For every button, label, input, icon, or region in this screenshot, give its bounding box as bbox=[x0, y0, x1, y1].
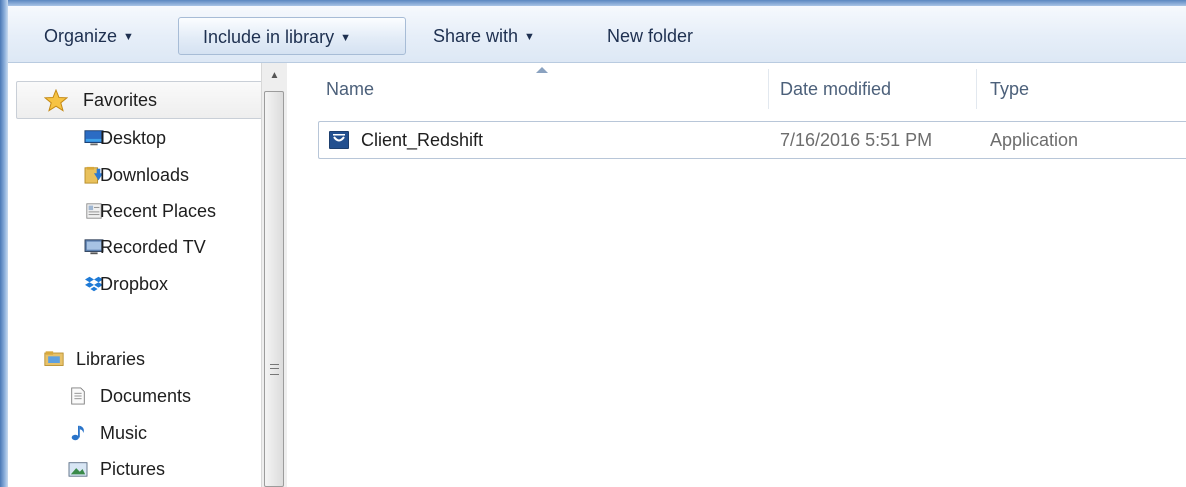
music-icon bbox=[71, 425, 84, 441]
chevron-down-icon: ▼ bbox=[524, 31, 535, 43]
pictures-icon bbox=[68, 462, 88, 477]
sidebar-item-dropbox[interactable]: Dropbox bbox=[8, 267, 258, 301]
column-divider bbox=[768, 69, 769, 109]
include-in-library-label: Include in library bbox=[203, 27, 335, 47]
sidebar-item-recent-places[interactable]: Recent Places bbox=[8, 194, 258, 228]
file-type: Application bbox=[990, 130, 1079, 150]
table-row[interactable]: Client_Redshift 7/16/2016 5:51 PM Applic… bbox=[318, 121, 1186, 159]
file-date-modified: 7/16/2016 5:51 PM bbox=[780, 130, 933, 150]
sidebar-item-desktop[interactable]: Desktop bbox=[8, 121, 258, 155]
column-header-name[interactable]: Name bbox=[326, 63, 374, 113]
nav-scrollbar[interactable]: ▲ bbox=[261, 63, 287, 487]
scroll-up-arrow-icon[interactable]: ▲ bbox=[262, 63, 287, 89]
organize-label: Organize bbox=[44, 26, 118, 46]
chevron-down-icon: ▼ bbox=[123, 31, 134, 43]
column-header-date-modified[interactable]: Date modified bbox=[780, 63, 891, 113]
window-frame-left bbox=[0, 0, 8, 487]
share-with-button[interactable]: Share with ▼ bbox=[433, 17, 535, 55]
sidebar-item-label: Pictures bbox=[100, 459, 166, 479]
nav-libraries[interactable]: Libraries bbox=[8, 342, 258, 376]
sidebar-item-label: Downloads bbox=[100, 165, 190, 185]
application-icon bbox=[329, 131, 349, 149]
new-folder-label: New folder bbox=[607, 26, 694, 46]
organize-button[interactable]: Organize ▼ bbox=[44, 17, 134, 55]
sidebar-item-pictures[interactable]: Pictures bbox=[8, 452, 258, 486]
new-folder-button[interactable]: New folder bbox=[607, 17, 693, 55]
star-icon bbox=[44, 89, 68, 112]
sidebar-item-label: Recorded TV bbox=[100, 237, 206, 257]
libraries-icon bbox=[44, 351, 64, 366]
sidebar-item-recorded-tv[interactable]: Recorded TV bbox=[8, 230, 258, 264]
sort-ascending-icon bbox=[536, 67, 548, 73]
share-with-label: Share with bbox=[433, 26, 519, 46]
navigation-pane: Favorites Desktop Downloads Recent Place… bbox=[8, 63, 264, 487]
sidebar-item-label: Recent Places bbox=[100, 201, 217, 221]
sidebar-item-label: Music bbox=[100, 423, 148, 443]
column-header-type[interactable]: Type bbox=[990, 63, 1029, 113]
include-in-library-button[interactable]: Include in library ▼ bbox=[178, 17, 406, 55]
sidebar-item-label: Desktop bbox=[100, 128, 167, 148]
command-bar: Organize ▼ Include in library ▼ Share with… bbox=[8, 6, 1186, 63]
grip-icon bbox=[270, 364, 279, 375]
column-divider bbox=[976, 69, 977, 109]
scrollbar-thumb[interactable] bbox=[264, 91, 284, 487]
file-name: Client_Redshift bbox=[361, 130, 484, 150]
document-icon bbox=[71, 387, 85, 405]
libraries-label: Libraries bbox=[76, 349, 146, 369]
sidebar-item-label: Dropbox bbox=[100, 274, 169, 294]
file-list: Name Date modified Type Client_Redshift … bbox=[288, 63, 1186, 487]
chevron-down-icon: ▼ bbox=[340, 32, 351, 44]
sidebar-item-label: Documents bbox=[100, 386, 192, 406]
sidebar-item-downloads[interactable]: Downloads bbox=[8, 158, 258, 192]
favorites-label: Favorites bbox=[83, 90, 158, 110]
nav-favorites[interactable]: Favorites bbox=[16, 81, 264, 119]
sidebar-item-documents[interactable]: Documents bbox=[8, 379, 258, 413]
sidebar-item-music[interactable]: Music bbox=[8, 416, 258, 450]
